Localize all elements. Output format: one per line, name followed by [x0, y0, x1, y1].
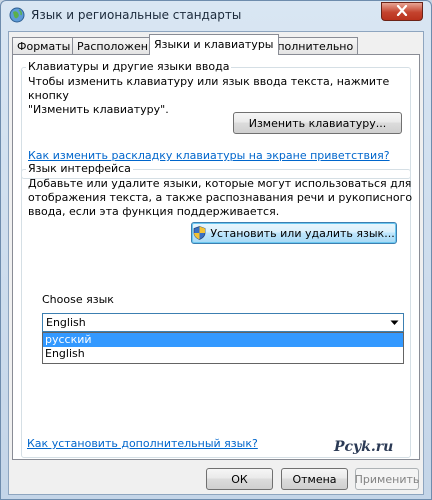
- dialog-window: Язык и региональные стандарты Форматы Ра…: [0, 0, 432, 500]
- chevron-down-icon[interactable]: [387, 315, 402, 330]
- change-keyboard-button[interactable]: Изменить клавиатуру...: [233, 112, 402, 134]
- keyboards-description: Чтобы изменить клавиатуру или язык ввода…: [28, 75, 413, 117]
- keyboards-group-label: Клавиатуры и другие языки ввода: [26, 60, 232, 73]
- region-globe-icon: [9, 7, 25, 23]
- language-option-russian[interactable]: русский: [43, 333, 403, 347]
- language-option-english[interactable]: English: [43, 347, 403, 361]
- languages-tab-panel: Клавиатуры и другие языки ввода Чтобы из…: [12, 54, 420, 460]
- close-icon: [396, 4, 408, 19]
- window-title: Язык и региональные стандарты: [31, 8, 242, 22]
- display-language-description-line: отображения текста, а также распознавани…: [28, 191, 413, 204]
- display-language-selected-value: English: [46, 316, 86, 329]
- tab-languages-keyboards[interactable]: Языки и клавиатуры: [149, 34, 279, 55]
- close-button[interactable]: [381, 2, 423, 21]
- choose-language-label: Choose язык: [42, 293, 114, 306]
- tab-formats[interactable]: Форматы: [12, 37, 76, 54]
- display-language-description-line: ввода, если эта функция поддерживается.: [28, 205, 280, 218]
- cancel-button[interactable]: Отмена: [281, 468, 348, 490]
- display-language-group-label: Язык интерфейса: [26, 162, 133, 175]
- display-language-select[interactable]: English: [42, 313, 404, 332]
- display-language-description: Добавьте или удалите языки, которые могу…: [28, 177, 413, 219]
- install-additional-language-link[interactable]: Как установить дополнительный язык?: [27, 437, 258, 450]
- display-language-description-line: Добавьте или удалите языки, которые могу…: [28, 177, 412, 190]
- site-watermark: Pcyk.ru: [334, 439, 394, 455]
- keyboard-layout-welcome-link[interactable]: Как изменить раскладку клавиатуры на экр…: [28, 149, 390, 162]
- title-bar[interactable]: Язык и региональные стандарты: [1, 1, 431, 31]
- ok-button[interactable]: ОК: [206, 468, 273, 490]
- keyboards-description-line: Чтобы изменить клавиатуру или язык ввода…: [28, 75, 390, 102]
- apply-button[interactable]: Применить: [355, 468, 419, 490]
- install-uninstall-language-button[interactable]: Установить или удалить язык...: [191, 222, 397, 244]
- dialog-client-area: Форматы Расположение Языки и клавиатуры …: [8, 31, 424, 495]
- uac-shield-icon: [193, 226, 206, 240]
- install-uninstall-language-label: Установить или удалить язык...: [210, 226, 395, 240]
- display-language-options-list: русский English: [42, 332, 404, 364]
